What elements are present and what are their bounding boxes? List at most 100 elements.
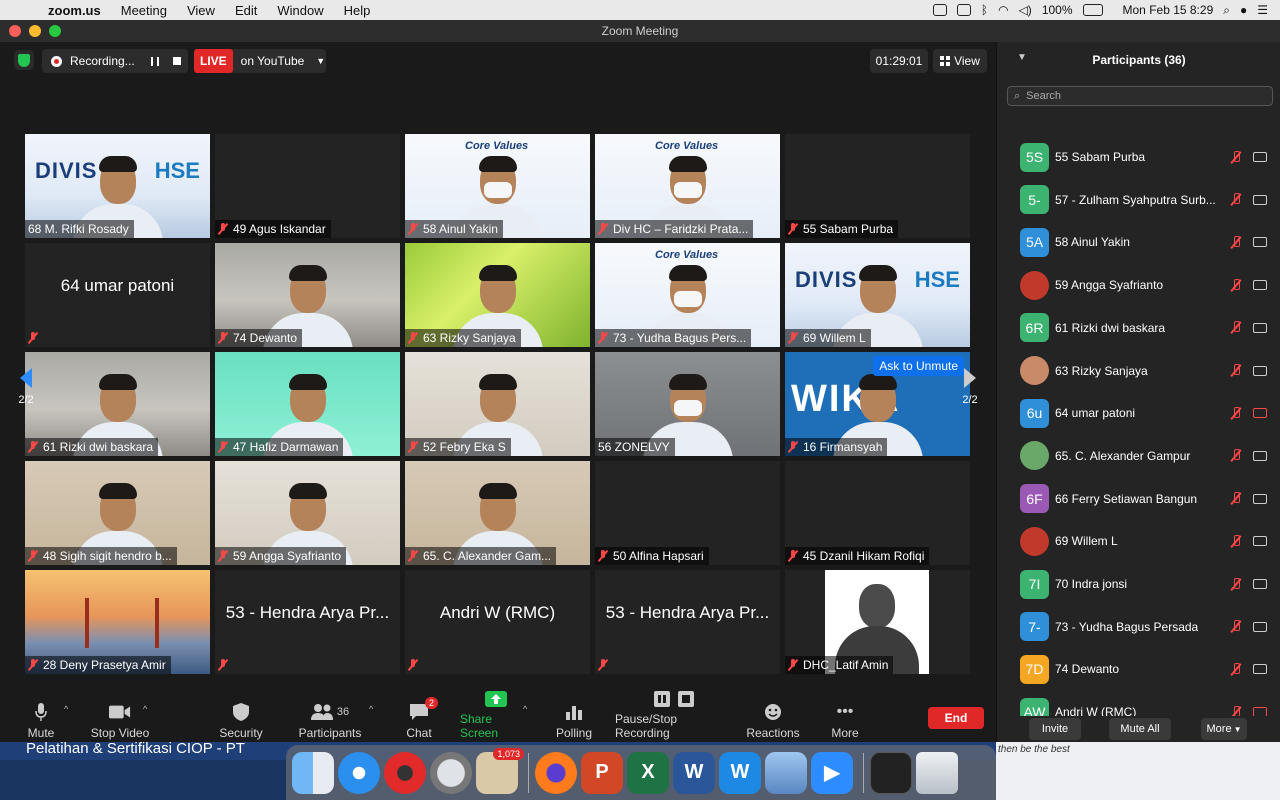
- stop-video-button[interactable]: Stop Video: [90, 698, 150, 740]
- video-tile[interactable]: 49 Agus Iskandar: [215, 134, 400, 238]
- participant-row[interactable]: 59 Angga Syafrianto: [997, 264, 1280, 306]
- control-center-icon[interactable]: ☰: [1257, 3, 1268, 17]
- trash-icon[interactable]: [916, 751, 958, 794]
- clock[interactable]: Mon Feb 15 8:29: [1123, 3, 1214, 17]
- participants-options-chevron-icon[interactable]: ^: [369, 704, 373, 714]
- video-tile[interactable]: DIVIS HSE 69 Willem L: [785, 243, 970, 347]
- video-tile[interactable]: 47 Hafiz Darmawan: [215, 352, 400, 456]
- stop-recording-icon[interactable]: [172, 57, 181, 65]
- participant-row[interactable]: 5- 57 - Zulham Syahputra Surb...: [997, 179, 1280, 221]
- participant-row[interactable]: 6u 64 umar patoni: [997, 392, 1280, 434]
- video-tile[interactable]: Andri W (RMC): [405, 570, 590, 674]
- participant-row[interactable]: 7- 73 - Yudha Bagus Persada: [997, 606, 1280, 648]
- video-tile[interactable]: Core Values 73 - Yudha Bagus Pers...: [595, 243, 780, 347]
- video-tile[interactable]: 45 Dzanil Hikam Rofiqi: [785, 461, 970, 565]
- participant-search-input[interactable]: ⌕ Search: [1007, 86, 1273, 106]
- video-tile[interactable]: 61 Rizki dwi baskara: [25, 352, 210, 456]
- video-tile[interactable]: 28 Deny Prasetya Amir: [25, 570, 210, 674]
- bluetooth-icon[interactable]: ᛒ: [981, 3, 988, 17]
- firefox-icon[interactable]: [535, 751, 577, 794]
- video-tile[interactable]: DIVIS HSE 68 M. Rifki Rosady: [25, 134, 210, 238]
- video-tile[interactable]: Core Values 58 Ainul Yakin: [405, 134, 590, 238]
- menu-window[interactable]: Window: [267, 3, 333, 18]
- chat-button[interactable]: 2 Chat: [404, 697, 438, 740]
- menu-help[interactable]: Help: [334, 3, 381, 18]
- launchpad-icon[interactable]: [430, 751, 472, 794]
- preview-icon[interactable]: [765, 751, 807, 794]
- volume-icon[interactable]: ◁): [1019, 3, 1032, 17]
- video-tile[interactable]: 52 Febry Eka S: [405, 352, 590, 456]
- mute-all-button[interactable]: Mute All: [1109, 718, 1171, 740]
- video-tile[interactable]: 53 - Hendra Arya Pr...: [215, 570, 400, 674]
- participant-row[interactable]: 69 Willem L: [997, 520, 1280, 562]
- video-tile[interactable]: Core Values Div HC – Faridzki Prata...: [595, 134, 780, 238]
- video-tile[interactable]: 53 - Hendra Arya Pr...: [595, 570, 780, 674]
- more-button[interactable]: ••• More: [830, 698, 860, 740]
- menu-app[interactable]: zoom.us: [36, 3, 111, 18]
- pause-stop-recording-button[interactable]: Pause/Stop Recording: [615, 691, 733, 740]
- share-options-chevron-icon[interactable]: ^: [523, 704, 527, 714]
- menu-meeting[interactable]: Meeting: [111, 3, 177, 18]
- invite-button[interactable]: Invite: [1029, 718, 1081, 740]
- wps-office-icon[interactable]: W: [719, 751, 761, 794]
- video-camera-icon: [1253, 579, 1267, 589]
- menu-edit[interactable]: Edit: [225, 3, 267, 18]
- polling-button[interactable]: Polling: [555, 698, 593, 740]
- participant-row[interactable]: 63 Rizky Sanjaya: [997, 350, 1280, 392]
- wifi-icon[interactable]: ◠: [998, 3, 1008, 17]
- security-button[interactable]: Security: [218, 698, 264, 740]
- zoom-window-thumbnail-icon[interactable]: [870, 751, 912, 794]
- screen-icon[interactable]: [956, 4, 971, 16]
- zoom-app-icon[interactable]: ▶: [811, 751, 853, 794]
- view-button[interactable]: View: [933, 49, 987, 73]
- video-tile[interactable]: 64 umar patoni: [25, 243, 210, 347]
- video-tile[interactable]: 74 Dewanto: [215, 243, 400, 347]
- participant-row[interactable]: 65. C. Alexander Gampur: [997, 435, 1280, 477]
- finder-icon[interactable]: [292, 751, 334, 794]
- mute-button[interactable]: Mute: [22, 698, 60, 740]
- battery-icon[interactable]: [1082, 4, 1103, 16]
- video-tile[interactable]: 63 Rizky Sanjaya: [405, 243, 590, 347]
- video-tile[interactable]: 48 Sigih sigit hendro b...: [25, 461, 210, 565]
- participants-button[interactable]: 36 Participants: [298, 698, 362, 740]
- mail-stamp-icon[interactable]: 1,073: [476, 747, 524, 794]
- pause-recording-icon[interactable]: [150, 56, 159, 66]
- powerpoint-icon[interactable]: P: [581, 751, 623, 794]
- chevron-down-icon[interactable]: ▼: [316, 56, 325, 66]
- participant-name-label: 45 Dzanil Hikam Rofiqi: [785, 547, 930, 565]
- video-tile[interactable]: DHC_Latif Amin: [785, 570, 970, 674]
- video-tile[interactable]: 59 Angga Syafrianto: [215, 461, 400, 565]
- video-tile[interactable]: 55 Sabam Purba: [785, 134, 970, 238]
- participant-row[interactable]: 6R 61 Rizki dwi baskara: [997, 307, 1280, 349]
- word-icon[interactable]: W: [673, 751, 715, 794]
- safari-icon[interactable]: [338, 751, 380, 794]
- livestream-indicator[interactable]: LIVE on YouTube ▼: [194, 49, 326, 73]
- share-screen-button[interactable]: Share Screen: [460, 691, 532, 740]
- panel-more-button[interactable]: More ▼: [1201, 718, 1247, 740]
- video-tile[interactable]: 50 Alfina Hapsari: [595, 461, 780, 565]
- participant-row[interactable]: 7D 74 Dewanto: [997, 648, 1280, 690]
- participant-row[interactable]: 7I 70 Indra jonsi: [997, 563, 1280, 605]
- video-tile[interactable]: WIKA 16 Firmansyah Ask to Unmute: [785, 352, 970, 456]
- next-page-button[interactable]: 2/2: [950, 348, 990, 426]
- end-meeting-button[interactable]: End: [928, 707, 984, 729]
- previous-page-button[interactable]: 2/2: [6, 348, 46, 426]
- participant-row[interactable]: 5A 58 Ainul Yakin: [997, 221, 1280, 263]
- video-camera-icon: [1253, 621, 1267, 632]
- video-tile[interactable]: 56 ZONELVY: [595, 352, 780, 456]
- opera-icon[interactable]: [384, 751, 426, 794]
- audio-options-chevron-icon[interactable]: ^: [64, 704, 68, 714]
- collapse-chevron-icon[interactable]: ▼: [1017, 52, 1027, 63]
- participant-row[interactable]: 5S 55 Sabam Purba: [997, 136, 1280, 178]
- zoom-status-icon[interactable]: [932, 4, 947, 16]
- siri-icon[interactable]: ●: [1240, 3, 1247, 17]
- menu-view[interactable]: View: [177, 3, 225, 18]
- participant-row[interactable]: 6F 66 Ferry Setiawan Bangun: [997, 478, 1280, 520]
- video-tile[interactable]: 65. C. Alexander Gam...: [405, 461, 590, 565]
- excel-icon[interactable]: X: [627, 751, 669, 794]
- encryption-shield-icon[interactable]: [14, 50, 34, 70]
- spotlight-search-icon[interactable]: ⌕: [1223, 3, 1230, 18]
- reactions-button[interactable]: Reactions: [746, 698, 800, 740]
- video-off-icon: [1253, 408, 1267, 419]
- video-options-chevron-icon[interactable]: ^: [143, 704, 147, 714]
